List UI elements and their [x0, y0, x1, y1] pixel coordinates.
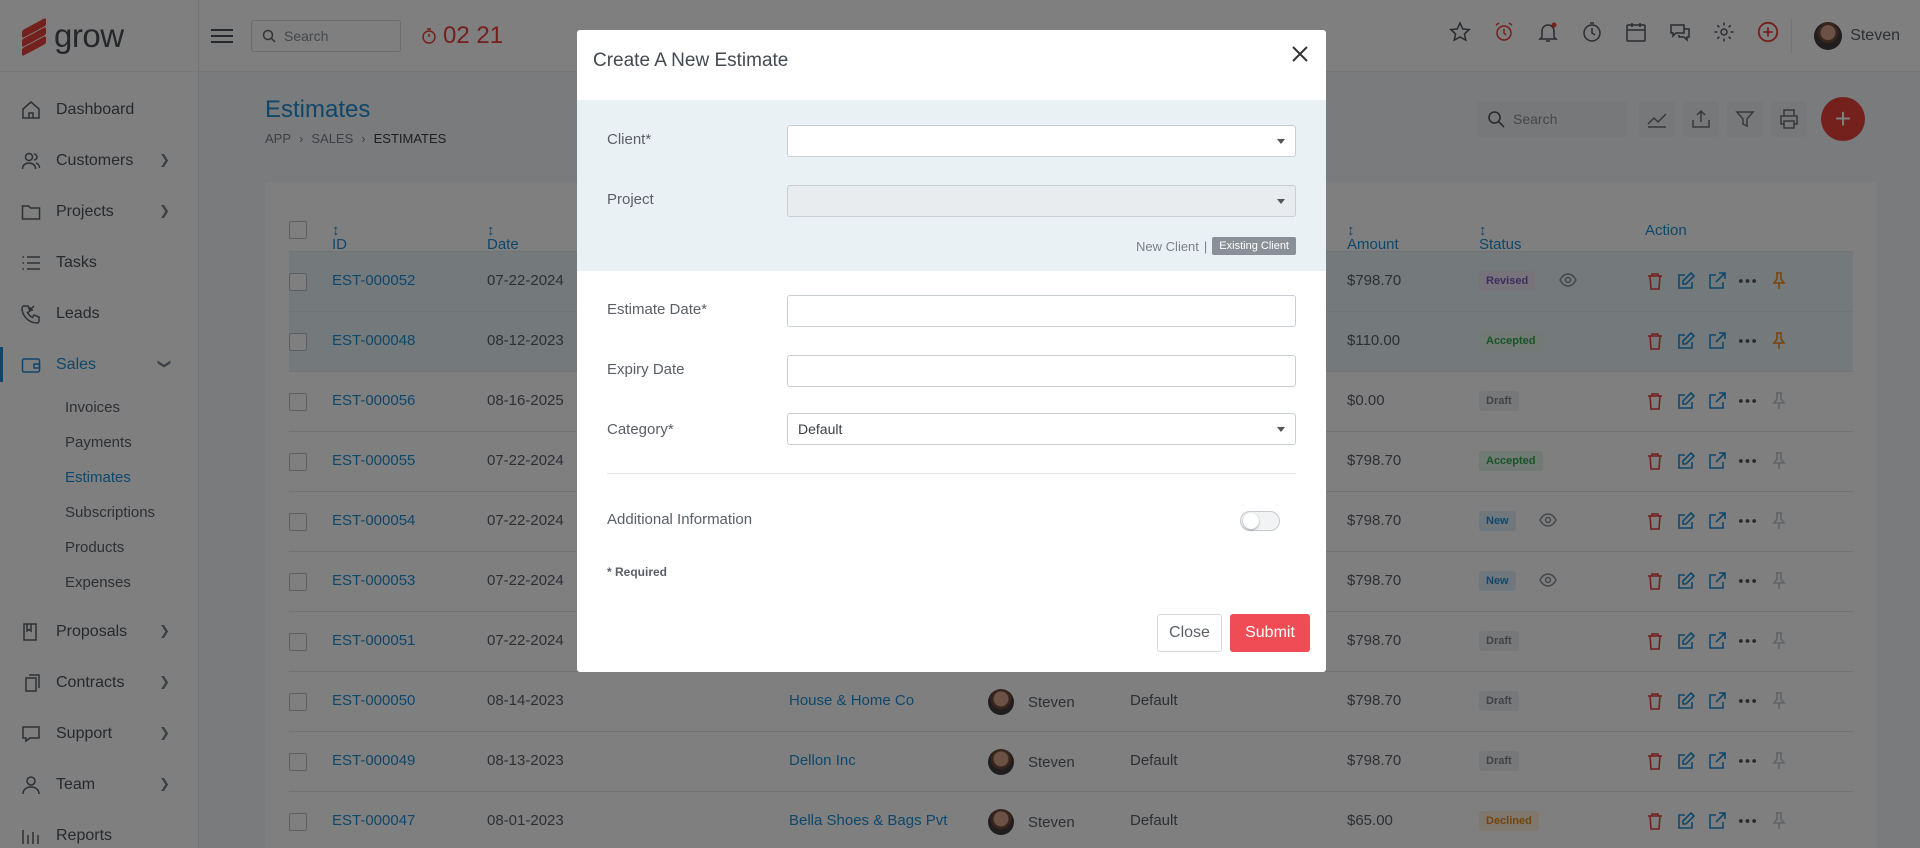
client-label: Client*: [607, 131, 652, 148]
submit-button[interactable]: Submit: [1230, 614, 1310, 652]
additional-info-toggle[interactable]: [1240, 511, 1280, 531]
client-select[interactable]: [787, 125, 1296, 157]
project-select[interactable]: [787, 185, 1296, 217]
divider: [607, 473, 1296, 474]
estimate-date-label: Estimate Date*: [607, 301, 708, 318]
separator: |: [1203, 238, 1208, 254]
modal-title: Create A New Estimate: [593, 50, 789, 71]
category-label: Category*: [607, 421, 674, 438]
new-client-link[interactable]: New Client: [1136, 239, 1199, 254]
caret-down-icon: [1277, 139, 1285, 144]
category-select-value: Default: [798, 421, 843, 437]
category-select[interactable]: Default: [787, 413, 1296, 445]
close-icon[interactable]: [1286, 40, 1314, 68]
create-estimate-modal: Create A New Estimate Client* Project Ne…: [577, 30, 1326, 672]
caret-down-icon: [1277, 199, 1285, 204]
caret-down-icon: [1277, 427, 1285, 432]
close-button[interactable]: Close: [1157, 614, 1222, 652]
additional-info-label: Additional Information: [607, 511, 753, 528]
required-note: * Required: [607, 565, 668, 579]
client-mode-toggle: New Client | Existing Client: [1136, 237, 1296, 255]
expiry-date-label: Expiry Date: [607, 361, 685, 378]
project-label: Project: [607, 191, 654, 208]
estimate-date-field[interactable]: [787, 295, 1296, 327]
existing-client-button[interactable]: Existing Client: [1212, 237, 1296, 255]
expiry-date-field[interactable]: [787, 355, 1296, 387]
